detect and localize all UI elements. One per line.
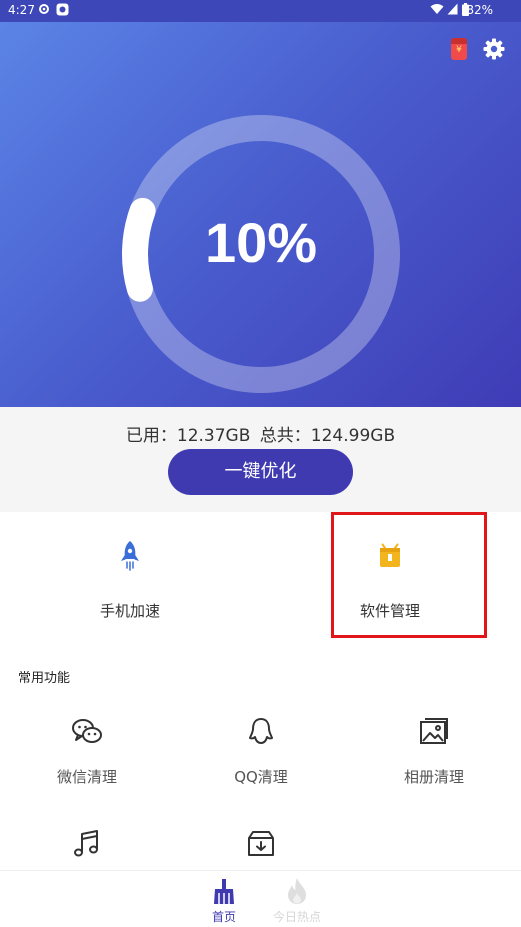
download-box-icon — [248, 831, 274, 856]
wechat-clean-button[interactable]: 微信清理 — [12, 716, 162, 796]
storage-info: 已用：12.37GB 总共：124.99GB — [0, 421, 521, 446]
one-click-optimize-button[interactable]: 一键优化 — [168, 449, 353, 495]
phone-speedup-button[interactable]: 手机加速 — [40, 512, 220, 622]
bottom-nav: 首页 今日热点 — [0, 870, 521, 927]
wechat-icon — [72, 719, 102, 743]
storage-total: 总共：124.99GB — [259, 426, 396, 446]
qq-clean-button[interactable]: QQ清理 — [186, 716, 336, 796]
nav-home-label: 首页 — [211, 910, 236, 924]
storage-used: 已用：12.37GB — [125, 426, 251, 446]
app-manager-highlight-box — [331, 512, 487, 638]
usage-ring-progress — [122, 197, 156, 302]
phone-speedup-label: 手机加速 — [99, 602, 160, 620]
qq-icon — [249, 718, 273, 744]
rocket-icon — [121, 541, 139, 571]
section-title-common-functions: 常用功能 — [18, 671, 71, 686]
signal-icon — [447, 3, 458, 15]
nav-home[interactable]: 首页 — [184, 871, 264, 927]
album-clean-label: 相册清理 — [403, 768, 464, 786]
nav-hot-news-label: 今日热点 — [272, 910, 321, 924]
settings-status-icon — [39, 4, 49, 14]
usage-percent: 10% — [204, 211, 318, 274]
nav-hot-news[interactable]: 今日热点 — [257, 871, 337, 927]
app-status-icon — [56, 3, 69, 16]
wechat-clean-label: 微信清理 — [56, 768, 117, 786]
settings-gear-icon[interactable] — [482, 37, 506, 61]
qq-clean-label: QQ清理 — [234, 768, 288, 786]
battery-level: 82% — [466, 3, 493, 17]
wifi-icon — [430, 4, 444, 14]
photo-album-icon — [420, 718, 448, 744]
music-icon — [74, 830, 98, 857]
album-clean-button[interactable]: 相册清理 — [359, 716, 509, 796]
broom-icon — [214, 879, 234, 904]
status-time: 4:27 — [8, 3, 35, 17]
red-envelope-icon[interactable]: ¥ — [451, 38, 467, 60]
status-bar: 4:27 82% — [0, 0, 521, 22]
flame-icon — [288, 878, 306, 904]
